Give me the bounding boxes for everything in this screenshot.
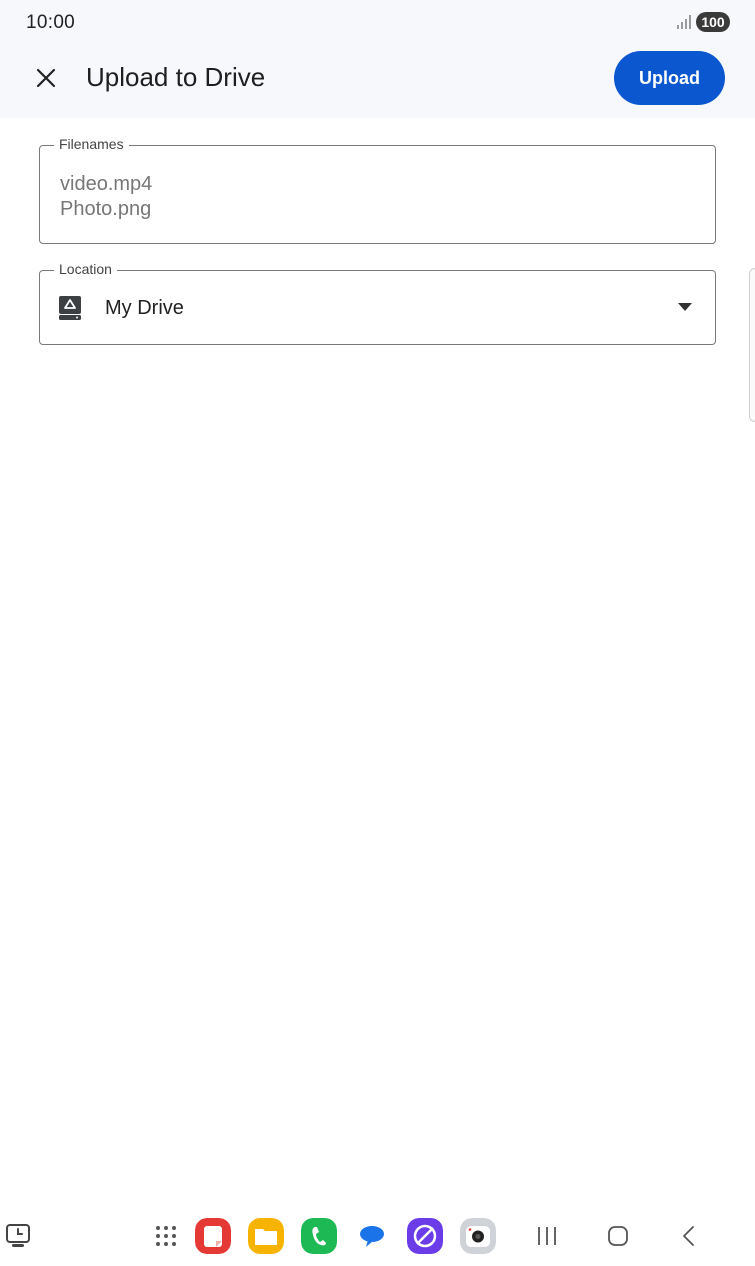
close-icon (36, 68, 56, 88)
filenames-label: Filenames (54, 136, 129, 152)
phone-app-icon[interactable] (301, 1218, 337, 1254)
page-title: Upload to Drive (86, 62, 266, 92)
filename-item: video.mp4 (60, 173, 153, 195)
battery-icon: 100 (696, 12, 730, 32)
back-nav-icon[interactable] (672, 1218, 706, 1254)
home-nav-icon[interactable] (600, 1218, 636, 1254)
filenames-field[interactable]: Filenames video.mp4 Photo.png (39, 136, 716, 244)
filename-item: Photo.png (60, 198, 152, 220)
status-time: 10:00 (26, 12, 76, 33)
filenames-list: video.mp4 Photo.png (60, 172, 152, 222)
signal-icon (677, 15, 691, 29)
taskbar (0, 1206, 755, 1266)
camera-app-icon[interactable] (460, 1218, 496, 1254)
edge-panel-handle[interactable] (749, 268, 755, 422)
dropdown-arrow-icon (678, 303, 692, 311)
drive-icon (59, 296, 81, 320)
close-button[interactable] (28, 60, 64, 96)
notes-app-icon[interactable] (195, 1218, 231, 1254)
files-app-icon[interactable] (248, 1218, 284, 1254)
screen-time-icon[interactable] (2, 1218, 34, 1254)
upload-to-drive-screen: 10:00 100 Upload to Drive Upload Filenam… (0, 0, 755, 1266)
location-label: Location (54, 261, 117, 277)
location-value: My Drive (105, 297, 184, 319)
location-dropdown[interactable]: Location My Drive (39, 261, 716, 345)
top-app-area: 10:00 100 Upload to Drive Upload (0, 0, 755, 118)
app-drawer-icon[interactable] (148, 1218, 184, 1254)
recents-nav-icon[interactable] (530, 1218, 564, 1254)
upload-button[interactable]: Upload (614, 51, 725, 105)
messages-app-icon[interactable] (354, 1218, 390, 1254)
internet-app-icon[interactable] (407, 1218, 443, 1254)
